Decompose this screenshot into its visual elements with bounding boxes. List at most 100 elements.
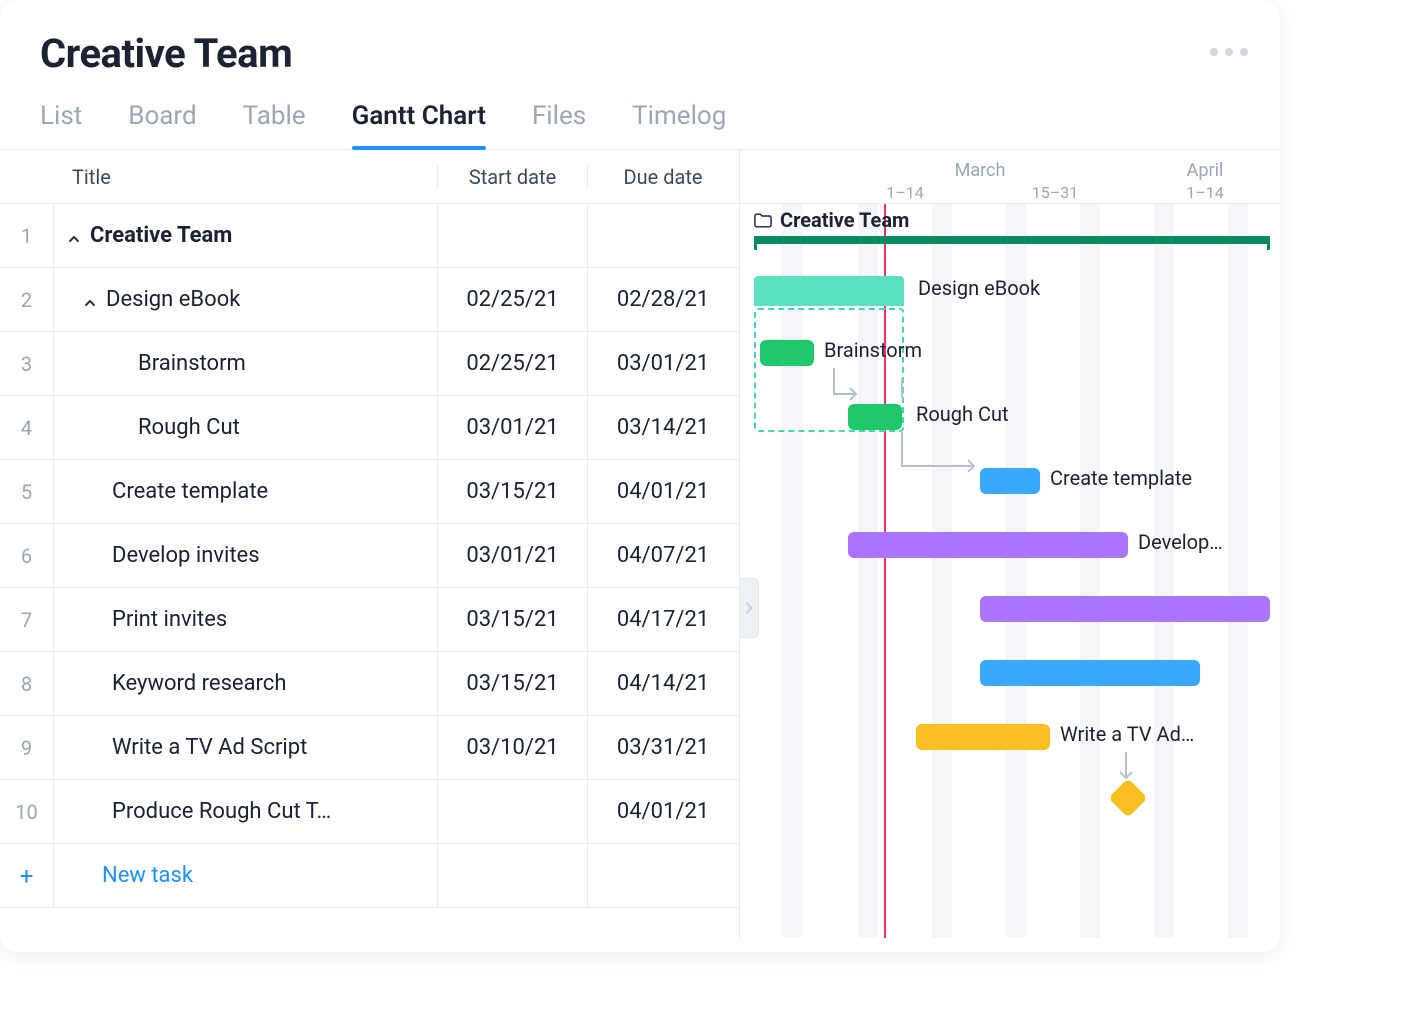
tab-table[interactable]: Table (243, 101, 306, 149)
start-date-cell[interactable]: 02/25/21 (438, 268, 588, 331)
due-date-cell[interactable]: 04/17/21 (588, 588, 738, 651)
row-number: 5 (0, 460, 54, 523)
chevron-right-icon (744, 600, 754, 616)
table-row[interactable]: 2 Design eBook 02/25/21 02/28/21 (0, 268, 739, 332)
main-split: Title Start date Due date 1 Creative Tea… (0, 150, 1280, 938)
gantt-bar-develop-invites[interactable] (848, 532, 1128, 558)
due-date-cell[interactable]: 03/14/21 (588, 396, 738, 459)
gantt-bar-print-invites[interactable] (980, 596, 1270, 622)
start-date-cell[interactable]: 02/25/21 (438, 332, 588, 395)
task-title: Creative Team (90, 223, 232, 248)
weekend-stripe (1006, 204, 1026, 938)
tab-gantt-chart[interactable]: Gantt Chart (352, 101, 486, 149)
table-row[interactable]: 1 Creative Team (0, 204, 739, 268)
header: Creative Team (0, 0, 1280, 77)
due-date-cell[interactable]: 04/01/21 (588, 460, 738, 523)
start-date-cell[interactable]: 03/01/21 (438, 396, 588, 459)
weekend-stripe (1228, 204, 1248, 938)
start-date-column-header[interactable]: Start date (438, 165, 588, 189)
start-date-cell[interactable]: 03/10/21 (438, 716, 588, 779)
task-title-cell[interactable]: Keyword research (54, 652, 438, 715)
due-date-cell[interactable]: 04/14/21 (588, 652, 738, 715)
row-number: 9 (0, 716, 54, 779)
task-title-cell[interactable]: Write a TV Ad Script (54, 716, 438, 779)
task-title: Produce Rough Cut T… (112, 799, 331, 824)
gantt-bar-create-template[interactable] (980, 468, 1040, 494)
task-title-cell[interactable]: Develop invites (54, 524, 438, 587)
task-title: Keyword research (112, 671, 286, 696)
row-number: 2 (0, 268, 54, 331)
tab-timelog[interactable]: Timelog (632, 101, 726, 149)
due-date-cell[interactable]: 04/07/21 (588, 524, 738, 587)
start-date-cell[interactable]: 03/15/21 (438, 652, 588, 715)
more-dot-icon (1240, 48, 1248, 56)
due-date-cell[interactable]: 03/31/21 (588, 716, 738, 779)
table-row[interactable]: 6 Develop invites 03/01/21 04/07/21 (0, 524, 739, 588)
start-date-cell[interactable]: 03/15/21 (438, 588, 588, 651)
period-label: 1–14 (1130, 183, 1280, 202)
gantt-bar-keyword-research[interactable] (980, 660, 1200, 686)
start-date-cell[interactable]: 03/01/21 (438, 524, 588, 587)
table-row[interactable]: 3 Brainstorm 02/25/21 03/01/21 (0, 332, 739, 396)
start-date-cell[interactable] (438, 780, 588, 843)
row-number: 10 (0, 780, 54, 843)
task-title-cell[interactable]: Create template (54, 460, 438, 523)
month-label: April (1130, 160, 1280, 181)
new-task-label: New task (54, 844, 438, 907)
tab-files[interactable]: Files (532, 101, 586, 149)
new-task-row[interactable]: + New task (0, 844, 739, 908)
task-title-cell[interactable]: Design eBook (54, 268, 438, 331)
gantt-bar-label: Create template (1050, 466, 1192, 490)
gantt-bar-label: Brainstorm (824, 338, 922, 362)
more-dot-icon (1225, 48, 1233, 56)
task-title-cell[interactable]: Rough Cut (54, 396, 438, 459)
due-date-column-header[interactable]: Due date (588, 165, 738, 189)
table-header-row: Title Start date Due date (0, 150, 739, 204)
table-row[interactable]: 8 Keyword research 03/15/21 04/14/21 (0, 652, 739, 716)
row-number: 4 (0, 396, 54, 459)
gantt-bar-label: Design eBook (918, 276, 1040, 300)
task-title-cell[interactable]: Produce Rough Cut T… (54, 780, 438, 843)
gantt-bar-write-tv-ad[interactable] (916, 724, 1050, 750)
collapse-panel-handle[interactable] (740, 578, 759, 638)
gantt-bar-label: Write a TV Ad… (1060, 722, 1194, 746)
task-title-cell[interactable]: Creative Team (54, 204, 438, 267)
table-row[interactable]: 7 Print invites 03/15/21 04/17/21 (0, 588, 739, 652)
collapse-caret-icon[interactable] (78, 291, 96, 309)
due-date-cell[interactable]: 03/01/21 (588, 332, 738, 395)
group-bracket[interactable] (754, 236, 1270, 244)
gantt-bar-brainstorm[interactable] (760, 340, 814, 366)
task-table: Title Start date Due date 1 Creative Tea… (0, 150, 740, 938)
gantt-bar-rough-cut[interactable] (848, 404, 902, 430)
table-row[interactable]: 4 Rough Cut 03/01/21 03/14/21 (0, 396, 739, 460)
gantt-timeline[interactable]: March April 1–14 15–31 1–14 (740, 150, 1280, 938)
table-row[interactable]: 9 Write a TV Ad Script 03/10/21 03/31/21 (0, 716, 739, 780)
timeline-header: March April 1–14 15–31 1–14 (740, 150, 1280, 204)
due-date-cell[interactable] (588, 204, 738, 267)
table-row[interactable]: 10 Produce Rough Cut T… 04/01/21 (0, 780, 739, 844)
tab-list[interactable]: List (40, 101, 82, 149)
task-title-cell[interactable]: Brainstorm (54, 332, 438, 395)
app-window: Creative Team List Board Table Gantt Cha… (0, 0, 1280, 952)
task-title: Rough Cut (138, 415, 240, 440)
gantt-bar-label: Develop… (1138, 530, 1223, 554)
start-date-cell[interactable] (438, 204, 588, 267)
weekend-stripe (1154, 204, 1174, 938)
month-label: March (830, 160, 1130, 181)
folder-summary-label[interactable]: Creative Team (754, 208, 909, 232)
task-title-cell[interactable]: Print invites (54, 588, 438, 651)
row-number: 6 (0, 524, 54, 587)
gantt-bar-design-ebook[interactable] (754, 276, 904, 306)
due-date-cell[interactable]: 04/01/21 (588, 780, 738, 843)
table-row[interactable]: 5 Create template 03/15/21 04/01/21 (0, 460, 739, 524)
due-date-cell[interactable]: 02/28/21 (588, 268, 738, 331)
title-column-header[interactable]: Title (54, 165, 438, 189)
timeline-body[interactable]: Creative Team Design eBook Brainstorm Ro… (740, 204, 1280, 938)
collapse-caret-icon[interactable] (62, 227, 80, 245)
more-menu-button[interactable] (1210, 48, 1248, 56)
table-body: 1 Creative Team 2 Design eBook 02/25/21 (0, 204, 739, 938)
tab-board[interactable]: Board (128, 101, 196, 149)
view-tabs: List Board Table Gantt Chart Files Timel… (0, 77, 1280, 150)
more-dot-icon (1210, 48, 1218, 56)
start-date-cell[interactable]: 03/15/21 (438, 460, 588, 523)
